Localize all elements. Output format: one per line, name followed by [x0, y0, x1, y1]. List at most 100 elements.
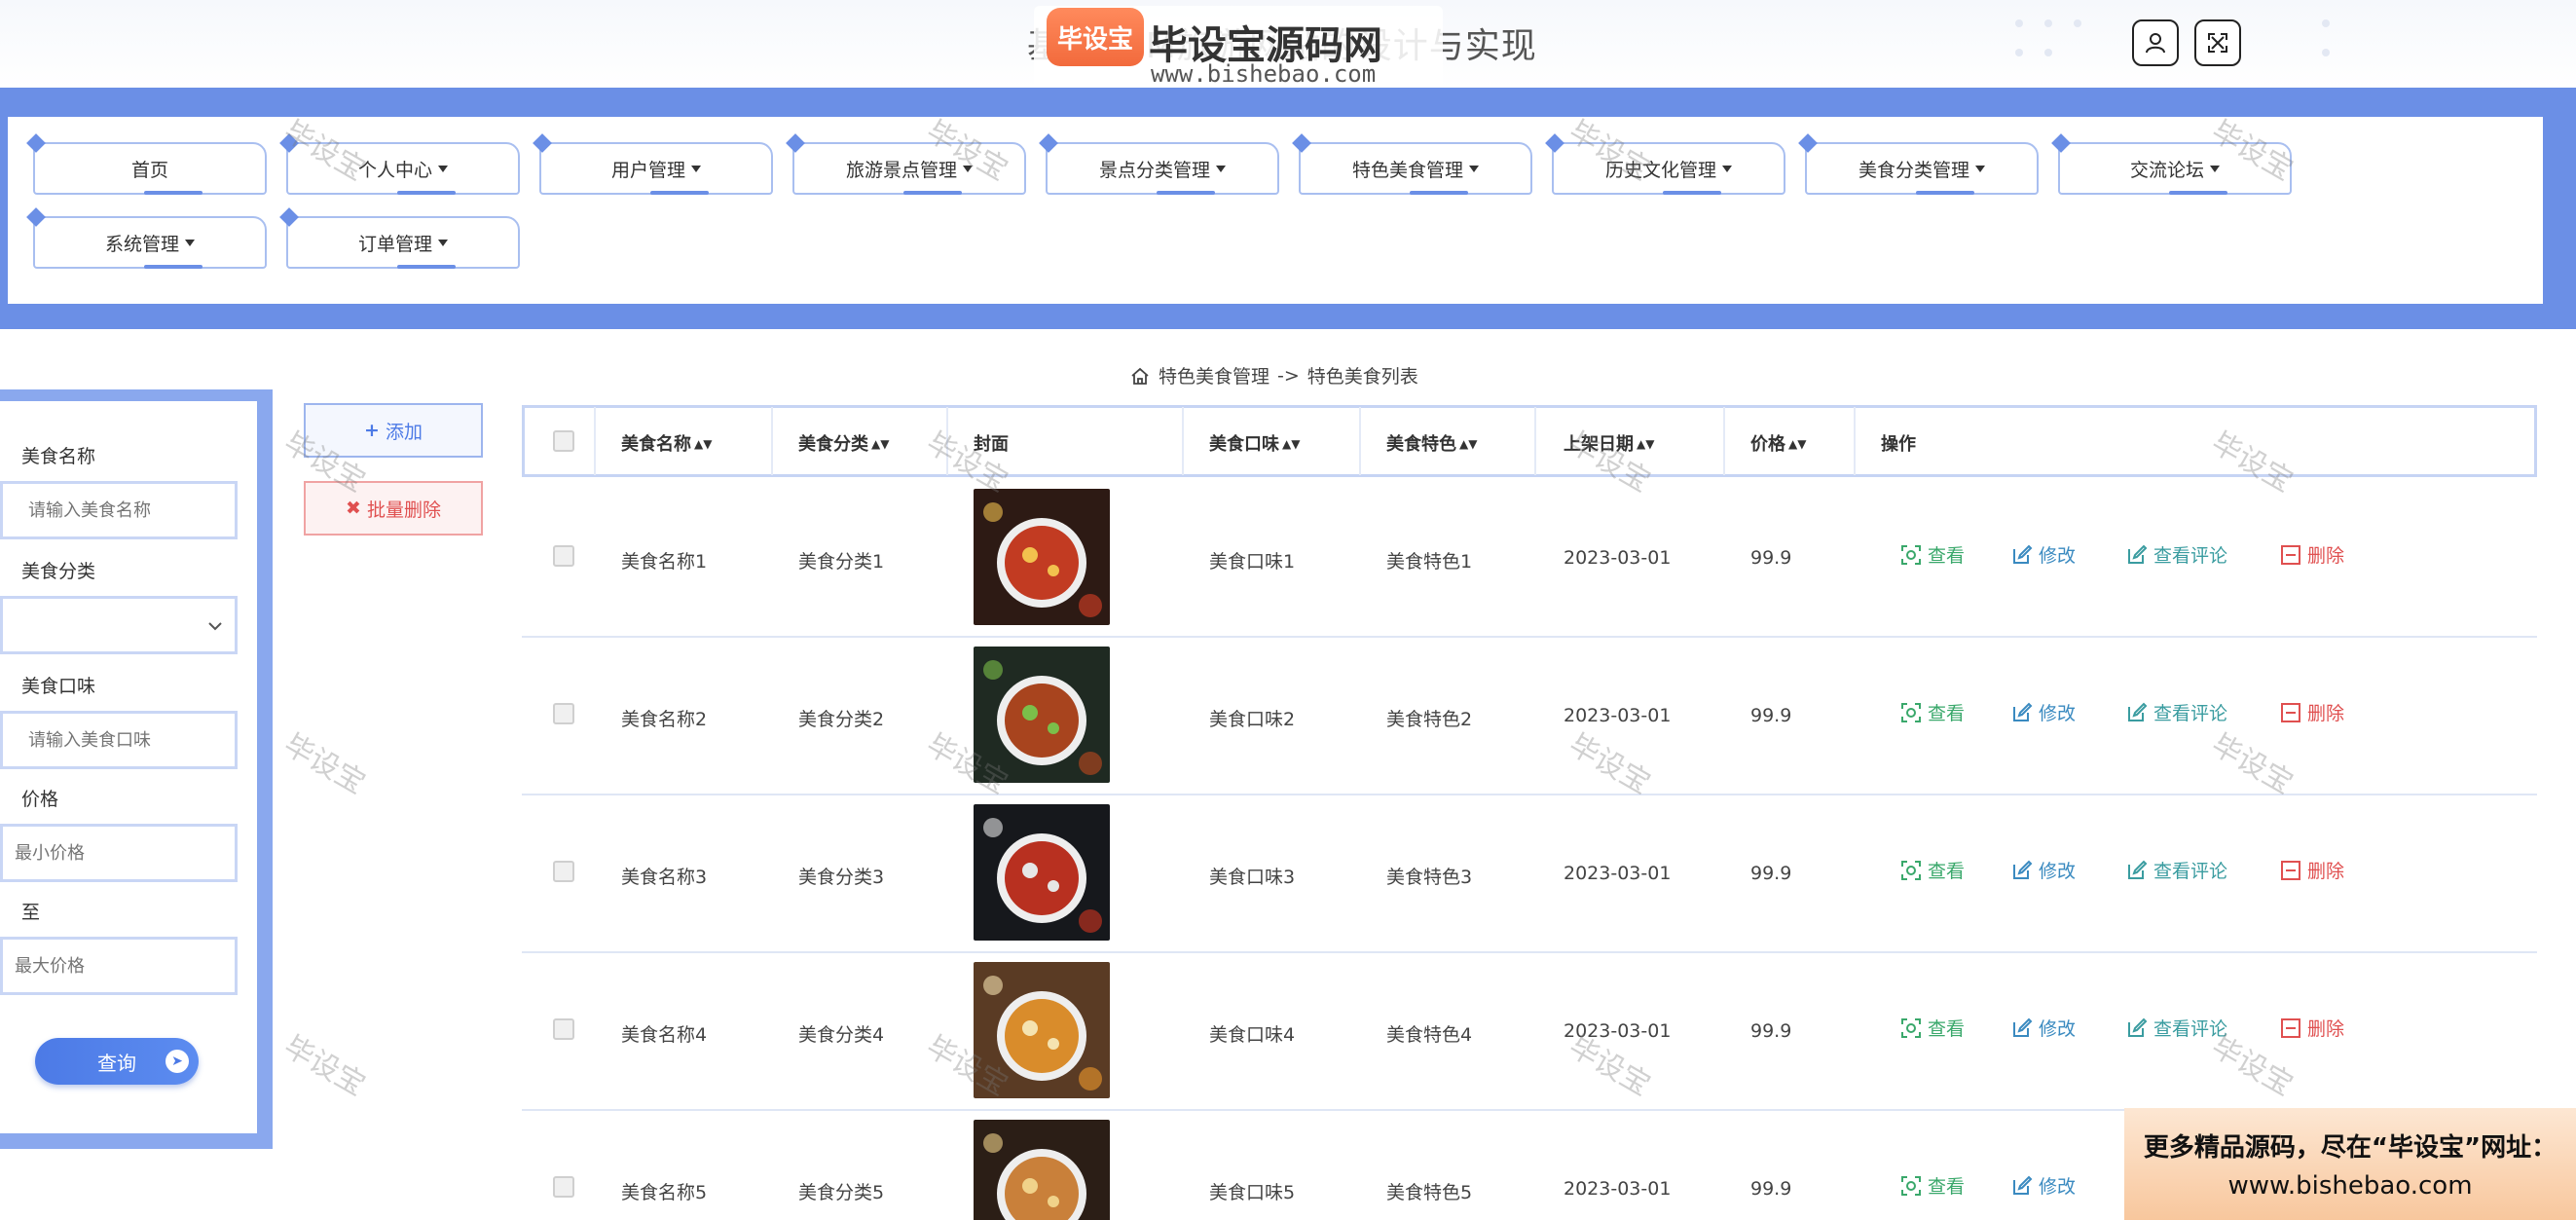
nav-item-home[interactable]: 首页: [33, 142, 267, 195]
nav-item-food-category[interactable]: 美食分类管理: [1805, 142, 2039, 195]
scan-icon: [1901, 1175, 1921, 1196]
promo-banner[interactable]: 更多精品源码，尽在“毕设宝”网址： www.bishebao.com: [2124, 1108, 2576, 1220]
food-photo: [974, 804, 1110, 941]
delete-button[interactable]: 删除: [2280, 1015, 2344, 1041]
column-header-label: 美食特色: [1386, 434, 1456, 455]
cell-listing-date: 2023-03-01: [1564, 547, 1672, 569]
nav-item-label: 特色美食管理: [1351, 159, 1463, 181]
cell-food-taste: 美食口味5: [1209, 1182, 1296, 1203]
view-button[interactable]: 查看: [1900, 541, 1965, 568]
view-reviews-label: 查看评论: [2153, 703, 2228, 724]
min-price-input[interactable]: [0, 824, 238, 882]
edit-icon: [2128, 860, 2148, 879]
select-all-checkbox[interactable]: [553, 430, 574, 452]
view-button[interactable]: 查看: [1900, 1015, 1965, 1041]
edit-button[interactable]: 修改: [2011, 1172, 2076, 1199]
view-button[interactable]: 查看: [1900, 699, 1965, 725]
column-header-price[interactable]: 价格 ▲▼: [1750, 430, 1806, 456]
user-profile-button[interactable]: [2132, 19, 2179, 66]
food-photo: [974, 489, 1110, 625]
cell-food-category: 美食分类1: [798, 551, 885, 573]
column-header-ops: 操作: [1881, 434, 1916, 455]
food-cover-image[interactable]: [974, 489, 1110, 625]
view-reviews-button[interactable]: 查看评论: [2126, 541, 2227, 568]
nav-item-label: 景点分类管理: [1098, 159, 1210, 181]
nav-item-orders[interactable]: 订单管理: [286, 216, 520, 269]
caret-down-icon: [185, 239, 195, 246]
cell-price: 99.9: [1750, 1178, 1792, 1200]
scan-icon: [1901, 1017, 1921, 1038]
food-name-label: 美食名称: [21, 446, 96, 467]
decor-dot: [2322, 49, 2330, 56]
cell-food-name: 美食名称1: [621, 551, 708, 573]
delete-button[interactable]: 删除: [2280, 699, 2344, 725]
close-icon: ✖: [346, 498, 361, 519]
decor-dot: [2015, 49, 2023, 56]
view-label: 查看: [1928, 1018, 1966, 1040]
edit-button[interactable]: 修改: [2011, 857, 2076, 883]
nav-item-scenic-category[interactable]: 景点分类管理: [1046, 142, 1279, 195]
row-checkbox[interactable]: [553, 861, 574, 882]
cell-food-feature: 美食特色2: [1386, 709, 1473, 730]
row-checkbox[interactable]: [553, 703, 574, 724]
fullscreen-button[interactable]: [2194, 19, 2241, 66]
food-cover-image[interactable]: [974, 804, 1110, 941]
plus-icon: +: [364, 420, 380, 441]
edit-button[interactable]: 修改: [2011, 1015, 2076, 1041]
column-divider: [1854, 407, 1856, 475]
food-category-select[interactable]: [0, 596, 238, 654]
delete-label: 删除: [2307, 545, 2345, 567]
view-button[interactable]: 查看: [1900, 857, 1965, 883]
promo-line-2: www.bishebao.com: [2227, 1171, 2473, 1201]
column-header-name[interactable]: 美食名称 ▲▼: [621, 430, 712, 456]
food-taste-input[interactable]: [0, 711, 238, 769]
nav-item-system[interactable]: 系统管理: [33, 216, 267, 269]
row-checkbox[interactable]: [553, 1176, 574, 1198]
decor-dot: [2015, 19, 2023, 27]
nav-item-label: 订单管理: [357, 233, 432, 255]
cell-food-taste: 美食口味4: [1209, 1024, 1296, 1046]
sort-icon: ▲▼: [694, 437, 713, 451]
nav-item-food-management[interactable]: 特色美食管理: [1299, 142, 1532, 195]
view-reviews-button[interactable]: 查看评论: [2126, 699, 2227, 725]
cell-price: 99.9: [1750, 705, 1792, 726]
nav-item-user-management[interactable]: 用户管理: [539, 142, 773, 195]
delete-button[interactable]: 删除: [2280, 857, 2344, 883]
query-button[interactable]: 查询 ➤: [35, 1038, 199, 1085]
cell-price: 99.9: [1750, 547, 1792, 569]
view-reviews-button[interactable]: 查看评论: [2126, 857, 2227, 883]
breadcrumb-section[interactable]: 特色美食管理: [1159, 362, 1270, 388]
column-divider: [1182, 407, 1184, 475]
view-button[interactable]: 查看: [1900, 1172, 1965, 1199]
nav-item-label: 美食分类管理: [1858, 159, 1969, 181]
nav-item-label: 首页: [130, 159, 168, 181]
scan-icon: [1901, 544, 1921, 565]
edit-label: 修改: [2039, 861, 2077, 882]
max-price-input[interactable]: [0, 937, 238, 995]
view-reviews-button[interactable]: 查看评论: [2126, 1015, 2227, 1041]
cell-food-taste: 美食口味3: [1209, 867, 1296, 888]
column-divider: [1359, 407, 1361, 475]
cell-price: 99.9: [1750, 1020, 1792, 1042]
food-category-label: 美食分类: [21, 561, 96, 582]
cell-food-taste: 美食口味2: [1209, 709, 1296, 730]
nav-item-label: 旅游景点管理: [845, 159, 957, 181]
row-checkbox[interactable]: [553, 545, 574, 567]
row-checkbox[interactable]: [553, 1018, 574, 1040]
view-label: 查看: [1928, 545, 1966, 567]
decor-dot: [2044, 49, 2052, 56]
batch-delete-button[interactable]: ✖ 批量删除: [304, 481, 483, 536]
column-header-taste[interactable]: 美食口味 ▲▼: [1209, 430, 1300, 456]
minus-square-icon: [2281, 860, 2300, 880]
delete-button[interactable]: 删除: [2280, 541, 2344, 568]
column-header-category[interactable]: 美食分类 ▲▼: [798, 430, 889, 456]
caret-down-icon: [438, 165, 448, 172]
food-name-input[interactable]: [0, 481, 238, 539]
food-cover-image[interactable]: [974, 1120, 1110, 1220]
cell-food-feature: 美食特色3: [1386, 867, 1473, 888]
cell-food-taste: 美食口味1: [1209, 551, 1296, 573]
edit-button[interactable]: 修改: [2011, 699, 2076, 725]
column-header-feature[interactable]: 美食特色 ▲▼: [1386, 430, 1477, 456]
price-to-label: 至: [21, 902, 41, 923]
edit-button[interactable]: 修改: [2011, 541, 2076, 568]
